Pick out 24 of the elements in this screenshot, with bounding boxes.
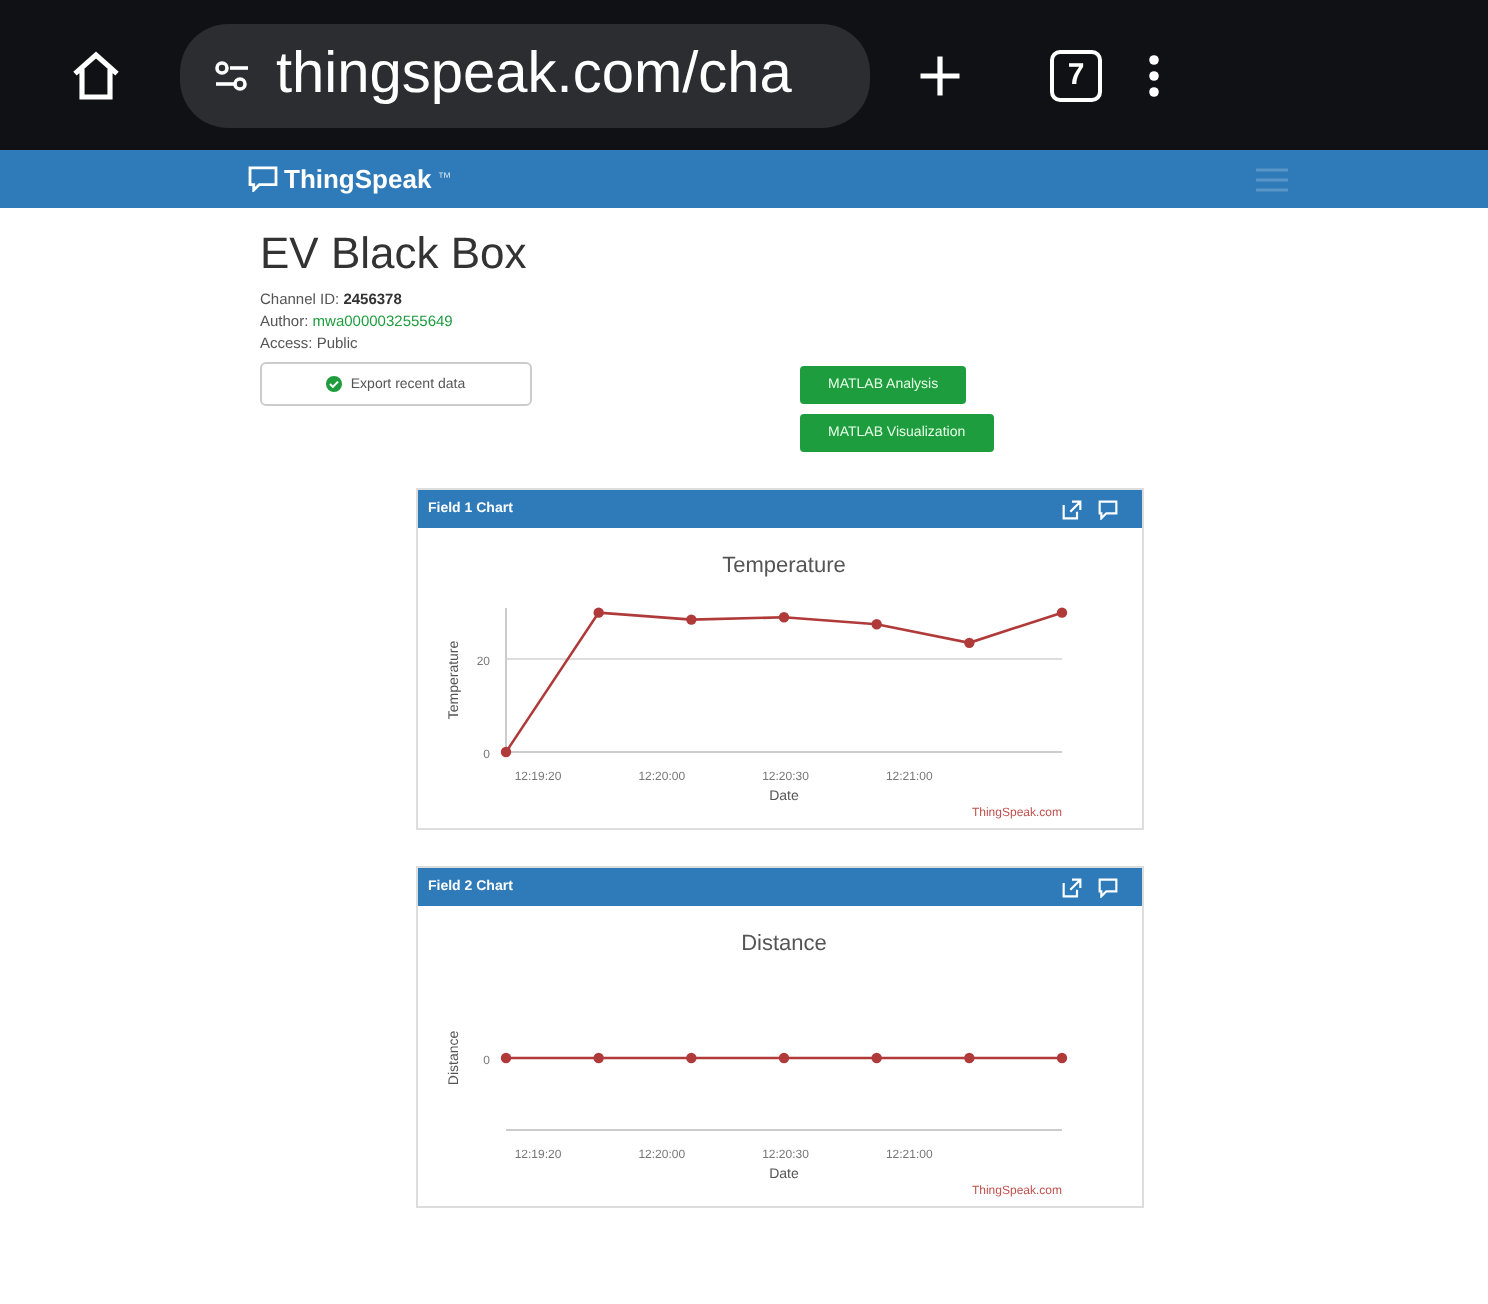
data-point bbox=[964, 637, 975, 649]
external-link-icon[interactable] bbox=[1062, 877, 1082, 897]
check-circle-icon bbox=[326, 376, 343, 392]
chart-title: Distance bbox=[741, 932, 827, 956]
data-point bbox=[778, 612, 790, 623]
external-link-icon[interactable] bbox=[1062, 499, 1082, 519]
home-icon[interactable] bbox=[68, 47, 124, 103]
chart-title: Temperature bbox=[722, 554, 846, 578]
channel-title: EV Black Box bbox=[260, 228, 529, 280]
data-point bbox=[871, 619, 882, 630]
comment-icon[interactable] bbox=[1098, 499, 1118, 519]
comment-icon[interactable] bbox=[1098, 877, 1118, 897]
address-bar[interactable]: thingspeak.com/cha bbox=[180, 23, 870, 127]
data-point bbox=[686, 614, 697, 625]
data-point bbox=[593, 607, 604, 618]
menu-icon[interactable] bbox=[1146, 51, 1162, 99]
tune-icon[interactable] bbox=[212, 55, 252, 95]
chat-icon bbox=[248, 166, 278, 192]
brand-name[interactable]: ThingSpeak bbox=[284, 164, 432, 194]
tab-count-button[interactable]: 7 bbox=[1050, 49, 1102, 101]
data-point bbox=[500, 746, 512, 758]
data-point bbox=[1056, 607, 1068, 618]
url-text: thingspeak.com/cha bbox=[276, 42, 792, 108]
trademark-mark: ™ bbox=[437, 172, 452, 186]
